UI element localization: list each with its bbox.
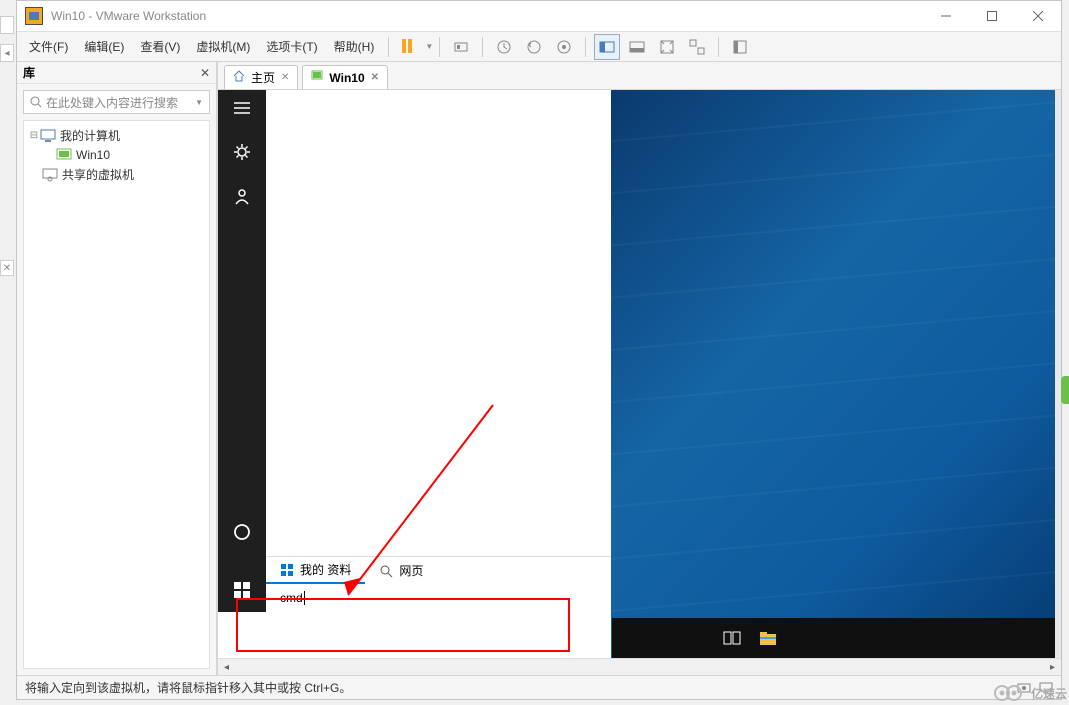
library-title: 库 (23, 64, 200, 81)
separator (585, 37, 586, 57)
view-thumbnail-button[interactable] (624, 34, 650, 60)
search-icon (379, 564, 393, 578)
watermark-text: 亿速云 (1031, 685, 1067, 702)
search-tab-label: 我的 资料 (300, 561, 351, 578)
tab-label: Win10 (329, 71, 364, 85)
left-edge-tab[interactable] (0, 16, 14, 34)
unity-button[interactable] (684, 34, 710, 60)
watermark: 亿速云 (993, 683, 1067, 703)
dropdown-icon[interactable]: ▼ (425, 42, 433, 51)
close-button[interactable] (1015, 1, 1061, 32)
right-edge-bead[interactable] (1061, 376, 1069, 404)
win10-start-strip (218, 90, 266, 612)
search-icon (30, 96, 42, 108)
tree-item-my-computer[interactable]: ⊟ 我的计算机 (28, 125, 205, 146)
tab-label: 主页 (251, 69, 275, 86)
snapshot-button[interactable] (491, 34, 517, 60)
revert-snapshot-button[interactable] (521, 34, 547, 60)
maximize-button[interactable] (969, 1, 1015, 32)
gear-icon[interactable] (232, 142, 252, 162)
titlebar: Win10 - VMware Workstation (17, 1, 1061, 32)
home-icon (233, 70, 245, 85)
tree-label: 我的计算机 (60, 127, 120, 144)
tab-win10[interactable]: Win10 ✕ (302, 65, 388, 89)
close-library-button[interactable]: ✕ (200, 66, 210, 80)
left-edge-tab-2[interactable]: ◂ (0, 44, 14, 62)
scroll-left-icon[interactable]: ◂ (218, 662, 235, 673)
vmware-app-icon (25, 7, 43, 25)
scroll-right-icon[interactable]: ▸ (1044, 662, 1061, 673)
separator (388, 37, 389, 57)
library-tree: ⊟ 我的计算机 Win10 共享的虚拟机 (23, 120, 210, 669)
separator (482, 37, 483, 57)
status-text: 将输入定向到该虚拟机，请将鼠标指针移入其中或按 Ctrl+G。 (25, 679, 351, 696)
text-cursor (304, 591, 305, 605)
vm-horizontal-scrollbar[interactable]: ◂ ▸ (218, 658, 1061, 675)
menubar: 文件(F) 编辑(E) 查看(V) 虚拟机(M) 选项卡(T) 帮助(H) ▼ (17, 32, 1061, 62)
search-value: cmd (280, 591, 303, 605)
cortana-circle-icon[interactable] (232, 522, 252, 542)
library-panel: 库 ✕ 在此处键入内容进行搜索 ▼ ⊟ 我的计算机 Win10 (17, 62, 217, 675)
search-tab-web[interactable]: 网页 (365, 557, 437, 584)
search-placeholder: 在此处键入内容进行搜索 (46, 94, 178, 111)
search-tab-label: 网页 (399, 562, 423, 579)
vm-vertical-scrollbar[interactable] (1055, 90, 1061, 658)
search-tab-my-stuff[interactable]: 我的 资料 (266, 557, 365, 584)
file-explorer-icon[interactable] (759, 629, 777, 647)
computer-icon (40, 129, 56, 143)
win10-search-input[interactable]: cmd (266, 584, 612, 612)
tree-label: Win10 (76, 148, 110, 162)
vm-icon (56, 148, 72, 162)
main-area: 主页 ✕ Win10 ✕ (217, 62, 1061, 675)
menu-view[interactable]: 查看(V) (132, 38, 188, 55)
tree-item-shared-vms[interactable]: 共享的虚拟机 (28, 164, 205, 185)
collapse-icon[interactable]: ⊟ (28, 130, 40, 141)
vmware-window: Win10 - VMware Workstation 文件(F) 编辑(E) 查… (16, 0, 1062, 700)
separator (718, 37, 719, 57)
task-view-icon[interactable] (723, 629, 741, 647)
dropdown-icon[interactable]: ▼ (195, 98, 203, 107)
view-console-button[interactable] (594, 34, 620, 60)
win10-desktop-wallpaper[interactable] (611, 90, 1055, 658)
send-ctrl-alt-del-button[interactable] (448, 34, 474, 60)
vm-icon (311, 70, 323, 85)
tree-label: 共享的虚拟机 (62, 166, 134, 183)
tree-item-win10-vm[interactable]: Win10 (28, 146, 205, 164)
tabbar: 主页 ✕ Win10 ✕ (218, 62, 1061, 90)
statusbar: 将输入定向到该虚拟机，请将鼠标指针移入其中或按 Ctrl+G。 (17, 675, 1061, 699)
left-panel-bead[interactable]: ✕ (0, 260, 14, 276)
menu-help[interactable]: 帮助(H) (326, 38, 383, 55)
tab-close-icon[interactable]: ✕ (371, 72, 379, 83)
window-title: Win10 - VMware Workstation (51, 9, 923, 23)
separator (439, 37, 440, 57)
vm-console[interactable]: 我的 资料 网页 cmd (218, 90, 1061, 658)
win10-taskbar (612, 618, 1055, 658)
windows-icon (280, 563, 294, 577)
hamburger-icon[interactable] (232, 98, 252, 118)
library-search-input[interactable]: 在此处键入内容进行搜索 ▼ (23, 90, 210, 114)
windows-start-icon[interactable] (232, 580, 252, 600)
pause-vm-button[interactable] (397, 34, 423, 60)
menu-tabs[interactable]: 选项卡(T) (258, 38, 325, 55)
menu-vm[interactable]: 虚拟机(M) (188, 38, 258, 55)
menu-edit[interactable]: 编辑(E) (76, 38, 132, 55)
library-toggle-button[interactable] (727, 34, 753, 60)
minimize-button[interactable] (923, 1, 969, 32)
fullscreen-button[interactable] (654, 34, 680, 60)
user-icon[interactable] (232, 186, 252, 206)
shared-icon (42, 168, 58, 182)
win10-start-content: 我的 资料 网页 cmd (266, 90, 612, 612)
menu-file[interactable]: 文件(F) (21, 38, 76, 55)
tab-home[interactable]: 主页 ✕ (224, 65, 298, 89)
manage-snapshot-button[interactable] (551, 34, 577, 60)
tab-close-icon[interactable]: ✕ (281, 72, 289, 83)
